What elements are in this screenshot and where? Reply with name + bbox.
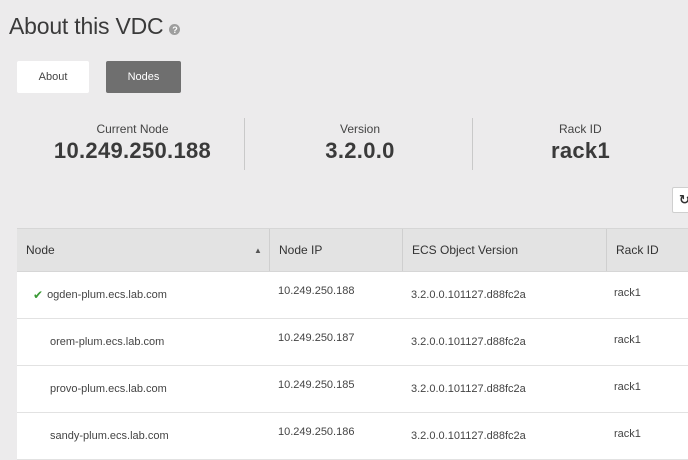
node-name: orem-plum.ecs.lab.com xyxy=(50,336,165,348)
column-header-node-ip[interactable]: Node IP xyxy=(270,229,402,271)
node-ip-cell: 10.249.250.185 xyxy=(278,379,355,391)
rack-cell: rack1 xyxy=(614,428,641,440)
sort-ascending-icon[interactable]: ▲ xyxy=(254,246,262,255)
version-cell: 3.2.0.0.101127.d88fc2a xyxy=(411,289,526,301)
rack-id-label: Rack ID xyxy=(559,122,602,136)
refresh-button[interactable]: ↻ xyxy=(672,187,688,213)
summary-divider xyxy=(472,118,473,170)
version-label: Version xyxy=(339,122,381,136)
table-row[interactable]: orem-plum.ecs.lab.com 10.249.250.187 3.2… xyxy=(17,319,688,366)
summary-divider xyxy=(244,118,245,170)
node-ip-cell: 10.249.250.186 xyxy=(278,426,355,438)
node-name: sandy-plum.ecs.lab.com xyxy=(50,430,169,442)
version-cell: 3.2.0.0.101127.d88fc2a xyxy=(411,430,526,442)
node-cell: ✔ ogden-plum.ecs.lab.com xyxy=(17,272,167,318)
refresh-icon: ↻ xyxy=(679,192,688,207)
table-row[interactable]: provo-plum.ecs.lab.com 10.249.250.185 3.… xyxy=(17,366,688,413)
version-cell: 3.2.0.0.101127.d88fc2a xyxy=(411,383,526,395)
node-name: ogden-plum.ecs.lab.com xyxy=(47,289,167,301)
rack-id-stat: Rack ID rack1 xyxy=(505,122,675,164)
rack-cell: rack1 xyxy=(614,381,641,393)
column-header-node[interactable]: Node xyxy=(17,229,269,271)
rack-id-value: rack1 xyxy=(551,138,611,163)
column-header-rack-id[interactable]: Rack ID xyxy=(607,229,688,271)
column-header-ecs-version[interactable]: ECS Object Version xyxy=(403,229,606,271)
tab-nodes[interactable]: Nodes xyxy=(106,61,181,93)
current-node-stat: Current Node 10.249.250.188 xyxy=(40,122,225,164)
table-row[interactable]: ✔ ogden-plum.ecs.lab.com 10.249.250.188 … xyxy=(17,272,688,319)
node-ip-cell: 10.249.250.188 xyxy=(278,285,355,297)
table-row[interactable]: sandy-plum.ecs.lab.com 10.249.250.186 3.… xyxy=(17,413,688,460)
node-ip-cell: 10.249.250.187 xyxy=(278,332,355,344)
rack-cell: rack1 xyxy=(614,287,641,299)
help-icon[interactable]: ? xyxy=(169,24,181,35)
version-cell: 3.2.0.0.101127.d88fc2a xyxy=(411,336,526,348)
check-icon: ✔ xyxy=(33,288,44,302)
version-stat: Version 3.2.0.0 xyxy=(270,122,450,164)
node-cell: provo-plum.ecs.lab.com xyxy=(17,366,167,412)
nodes-table: Node ▲ Node IP ECS Object Version Rack I… xyxy=(17,228,688,460)
page-title: About this VDC ? xyxy=(9,13,181,40)
tab-bar: About Nodes xyxy=(17,61,181,93)
current-node-value: 10.249.250.188 xyxy=(53,138,212,163)
node-name: provo-plum.ecs.lab.com xyxy=(50,383,167,395)
page-title-text: About this VDC xyxy=(9,13,164,39)
node-cell: sandy-plum.ecs.lab.com xyxy=(17,413,169,459)
summary-panel: Current Node 10.249.250.188 Version 3.2.… xyxy=(0,122,688,172)
node-cell: orem-plum.ecs.lab.com xyxy=(17,319,164,365)
version-value: 3.2.0.0 xyxy=(325,138,395,163)
current-node-label: Current Node xyxy=(96,122,169,136)
table-header: Node ▲ Node IP ECS Object Version Rack I… xyxy=(17,228,688,272)
tab-about[interactable]: About xyxy=(17,61,89,93)
rack-cell: rack1 xyxy=(614,334,641,346)
